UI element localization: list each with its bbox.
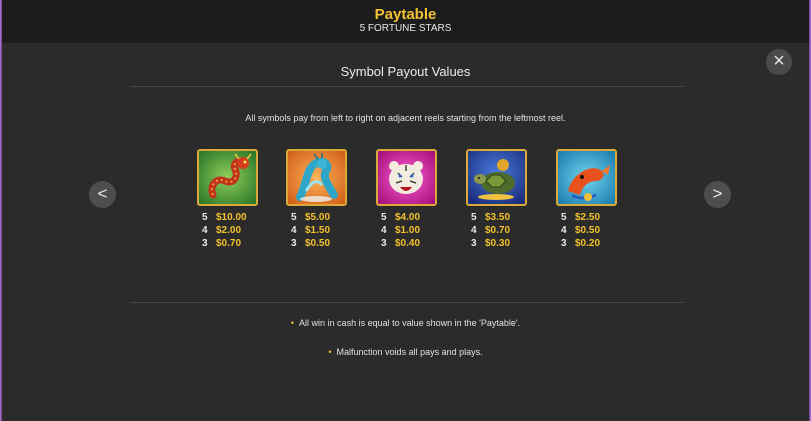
- symbol-koi-fish: 5 $2.50 4 $0.50 3 $0.20: [556, 149, 646, 250]
- koi-fish-icon: [556, 149, 617, 206]
- match-count: 3: [381, 238, 387, 249]
- rules-note: • Malfunction voids all pays and plays.: [0, 347, 811, 357]
- game-name: 5 FORTUNE STARS: [359, 23, 452, 34]
- match-count: 5: [381, 212, 387, 223]
- divider: [130, 86, 685, 87]
- section-title: Symbol Payout Values: [340, 64, 471, 79]
- payout-row: 3 $0.20: [556, 237, 646, 250]
- payout-row: 4 $1.50: [286, 224, 376, 237]
- payout-row: 4 $2.00: [197, 224, 287, 237]
- symbol-turtle: 5 $3.50 4 $0.70 3 $0.30: [466, 149, 556, 250]
- payout-row: 4 $1.00: [376, 224, 466, 237]
- payout-value: $0.40: [395, 238, 421, 249]
- match-count: 3: [202, 238, 208, 249]
- payout-row: 3 $0.50: [286, 237, 376, 250]
- match-count: 4: [291, 225, 297, 236]
- payout-list: 5 $5.00 4 $1.50 3 $0.50: [286, 211, 376, 250]
- match-count: 5: [202, 212, 208, 223]
- turtle-icon: [466, 149, 527, 206]
- payout-value: $0.70: [216, 238, 242, 249]
- match-count: 5: [561, 212, 567, 223]
- payout-list: 5 $3.50 4 $0.70 3 $0.30: [466, 211, 556, 250]
- payout-row: 3 $0.30: [466, 237, 556, 250]
- payout-value: $1.00: [395, 225, 421, 236]
- match-count: 3: [471, 238, 477, 249]
- bullet-icon: •: [328, 347, 332, 357]
- payout-row: 3 $0.40: [376, 237, 466, 250]
- rules-note-text: All win in cash is equal to value shown …: [299, 318, 521, 328]
- match-count: 3: [561, 238, 567, 249]
- match-count: 5: [291, 212, 297, 223]
- next-page-button[interactable]: >: [704, 181, 731, 208]
- payout-value: $1.50: [305, 225, 331, 236]
- payout-row: 5 $3.50: [466, 211, 556, 224]
- bullet-icon: •: [290, 318, 295, 328]
- tiger-icon: [376, 149, 437, 206]
- payout-row: 3 $0.70: [197, 237, 287, 250]
- divider: [130, 302, 685, 303]
- chevron-right-icon: >: [712, 184, 723, 203]
- payout-row: 5 $10.00: [197, 211, 287, 224]
- payout-value: $0.30: [485, 238, 511, 249]
- payout-value: $0.50: [305, 238, 331, 249]
- prev-page-button[interactable]: <: [89, 181, 116, 208]
- symbol-dragon: 5 $10.00 4 $2.00 3 $0.70: [197, 149, 287, 250]
- payout-list: 5 $10.00 4 $2.00 3 $0.70: [197, 211, 287, 250]
- match-count: 4: [471, 225, 477, 236]
- symbol-phoenix: 5 $5.00 4 $1.50 3 $0.50: [286, 149, 376, 250]
- payout-row: 4 $0.70: [466, 224, 556, 237]
- rules-note-text: Malfunction voids all pays and plays.: [336, 347, 483, 357]
- payout-value: $5.00: [305, 212, 331, 223]
- phoenix-icon: [286, 149, 347, 206]
- dragon-icon: [197, 149, 258, 206]
- match-count: 4: [561, 225, 567, 236]
- symbol-tiger: 5 $4.00 4 $1.00 3 $0.40: [376, 149, 466, 250]
- payout-list: 5 $4.00 4 $1.00 3 $0.40: [376, 211, 466, 250]
- payout-row: 5 $2.50: [556, 211, 646, 224]
- payout-value: $3.50: [485, 212, 511, 223]
- payout-row: 4 $0.50: [556, 224, 646, 237]
- payout-value: $4.00: [395, 212, 421, 223]
- match-count: 3: [291, 238, 297, 249]
- match-count: 5: [471, 212, 477, 223]
- payout-value: $0.20: [575, 238, 601, 249]
- payout-value: $2.50: [575, 212, 601, 223]
- match-count: 4: [202, 225, 208, 236]
- intro-text: All symbols pay from left to right on ad…: [245, 113, 566, 123]
- rules-note: • All win in cash is equal to value shown…: [0, 318, 811, 328]
- payout-value: $10.00: [216, 212, 247, 223]
- chevron-left-icon: <: [97, 184, 108, 203]
- header: Paytable 5 FORTUNE STARS: [2, 0, 809, 43]
- payout-value: $0.70: [485, 225, 511, 236]
- payout-value: $2.00: [216, 225, 242, 236]
- page-title: Paytable: [374, 6, 437, 23]
- payout-row: 5 $5.00: [286, 211, 376, 224]
- payout-value: $0.50: [575, 225, 601, 236]
- match-count: 4: [381, 225, 387, 236]
- payout-list: 5 $2.50 4 $0.50 3 $0.20: [556, 211, 646, 250]
- payout-row: 5 $4.00: [376, 211, 466, 224]
